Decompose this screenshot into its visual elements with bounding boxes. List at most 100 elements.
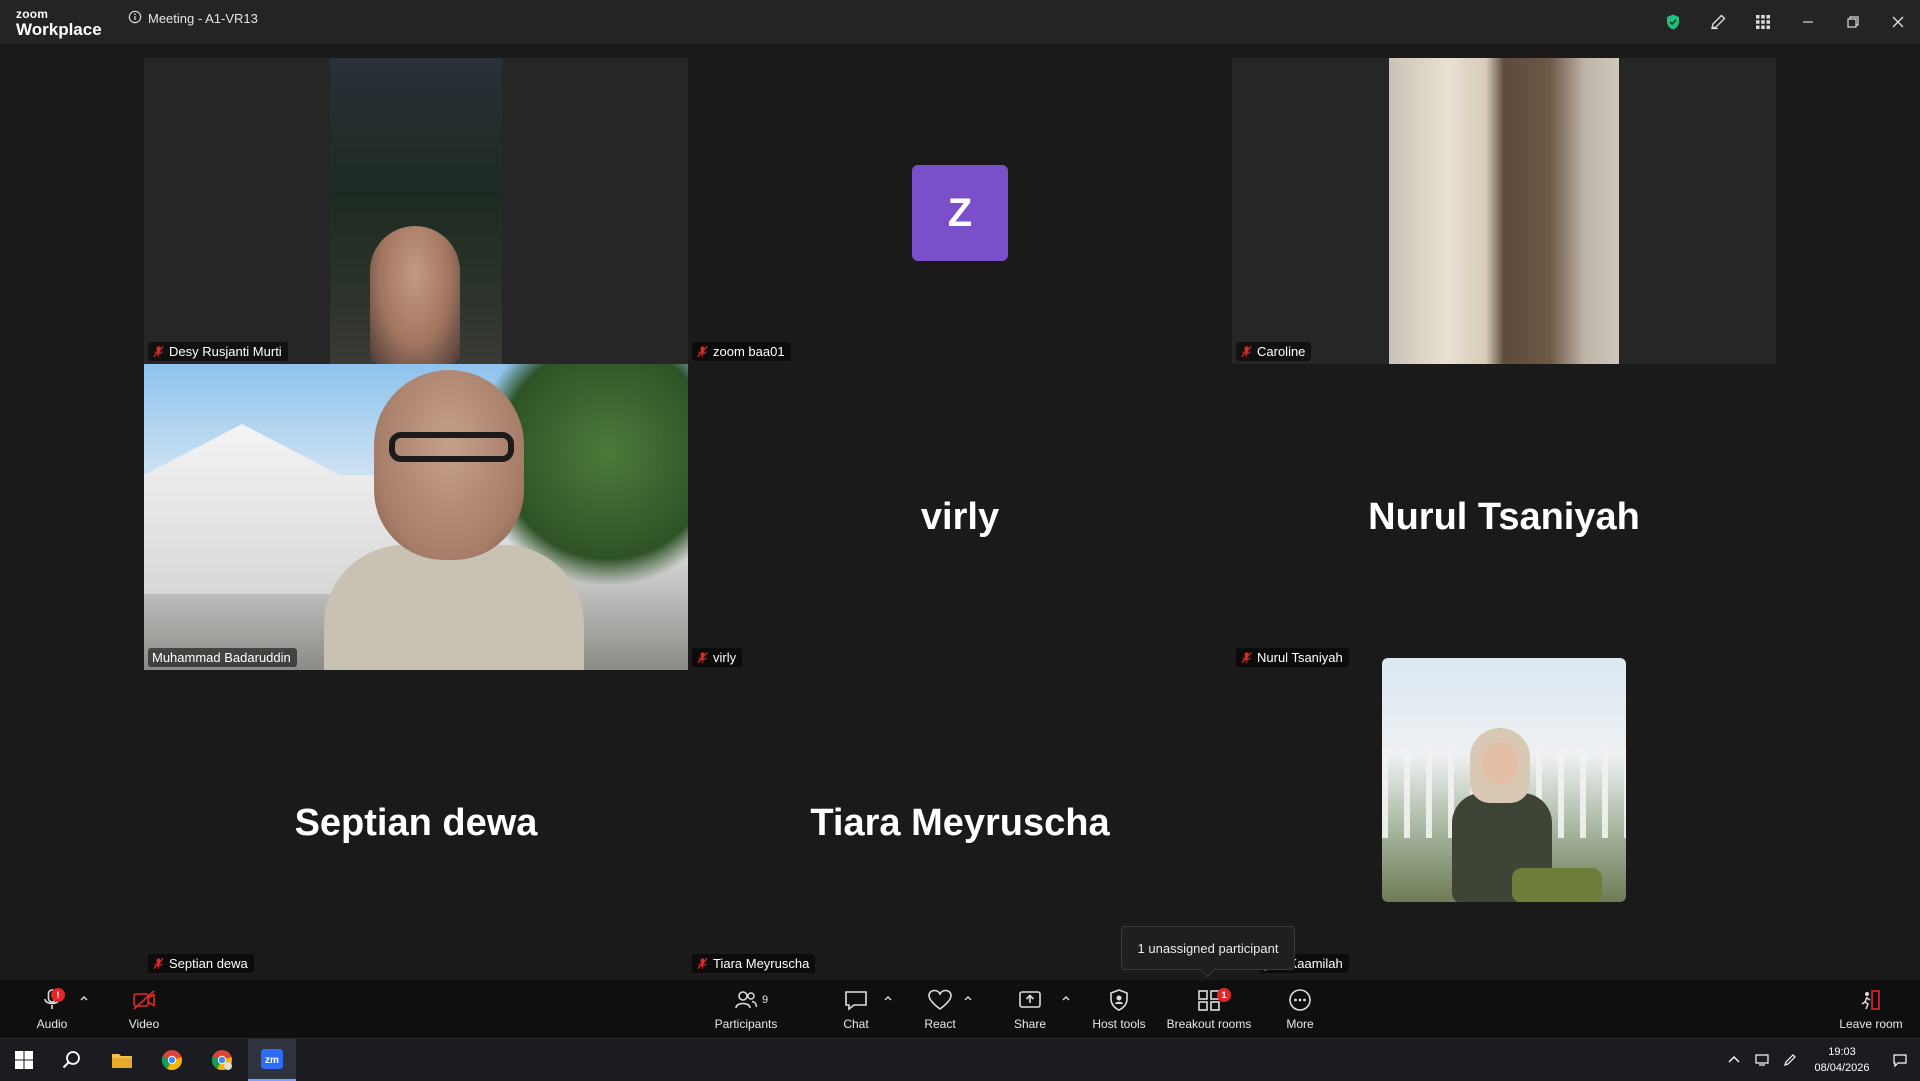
heart-icon [928,989,952,1010]
participant-display-name: Nurul Tsaniyah [1368,495,1640,538]
participant-name: Caroline [1257,344,1306,359]
participants-count: 9 [762,994,769,1006]
participant-name: Desy Rusjanti Murti [169,344,282,359]
video-off-icon [133,989,155,1010]
participant-name: Tiara Meyruscha [713,956,810,971]
mic-muted-icon [697,957,708,970]
breakout-rooms-button[interactable]: Breakout rooms [1164,980,1254,1038]
participant-video [1389,58,1619,364]
restore-icon[interactable] [1830,0,1875,44]
breakout-rooms-badge: 1 [1217,988,1231,1002]
meeting-title-text: Meeting - A1-VR13 [148,11,258,26]
share-options-chevron-icon[interactable] [1060,992,1072,1004]
info-icon[interactable] [128,10,142,27]
security-shield-icon[interactable] [1650,0,1695,44]
logo-product: Workplace [16,20,102,39]
participant-tile-virly[interactable]: virly virly [688,364,1232,670]
breakout-rooms-label: Breakout rooms [1166,1016,1252,1031]
participant-tile-septian[interactable]: Septian dewa Septian dewa [144,670,688,976]
host-tools-button[interactable]: Host tools [1084,980,1154,1038]
participant-tile-desy[interactable]: Desy Rusjanti Murti [144,58,688,364]
share-button[interactable]: Share [1000,980,1060,1038]
video-gallery: Desy Rusjanti Murti Z zoom baa01 Carolin… [0,44,1920,980]
breakout-tooltip: 1 unassigned participant [1121,926,1295,970]
host-shield-icon [1110,988,1128,1011]
participants-label: Participants [714,1016,778,1031]
participant-display-name: Septian dewa [294,801,538,844]
taskbar-clock[interactable]: 19:03 08/04/2026 [1804,1044,1880,1076]
meeting-title[interactable]: Meeting - A1-VR13 [128,10,258,27]
participant-name: Muhammad Badaruddin [152,650,291,665]
chat-options-chevron-icon[interactable] [882,992,894,1004]
search-icon[interactable] [48,1039,96,1081]
chat-label: Chat [843,1016,869,1031]
participant-name: zoom baa01 [713,344,785,359]
audio-label: Audio [36,1016,68,1031]
participant-name-tag: Septian dewa [148,954,254,973]
participant-name-tag: virly [692,648,743,667]
participant-name-tag: Desy Rusjanti Murti [148,342,288,361]
close-icon[interactable] [1875,0,1920,44]
participant-name: Septian dewa [169,956,248,971]
mic-muted-icon [1241,345,1252,358]
zoom-app-label: zm [265,1055,279,1066]
apps-grid-icon[interactable] [1740,0,1785,44]
participant-profile-photo [1382,658,1626,902]
participants-button[interactable]: Participants [706,980,786,1038]
participant-video [330,58,502,364]
mic-muted-icon [697,345,708,358]
logo-brand: zoom [16,7,49,21]
more-label: More [1286,1016,1314,1031]
participants-icon [735,990,758,1008]
participant-tile-muhammad-active-speaker[interactable]: Muhammad Badaruddin [144,364,688,670]
system-tray: 19:03 08/04/2026 [1720,1039,1920,1081]
clock-time: 19:03 [1828,1046,1856,1058]
chrome-profile-icon[interactable] [198,1039,246,1081]
windows-taskbar: zm 19:03 08/04/2026 [0,1038,1920,1081]
participant-name-tag: zoom baa01 [692,342,791,361]
react-button[interactable]: React [910,980,970,1038]
audio-options-chevron-icon[interactable] [78,992,90,1004]
minimize-icon[interactable] [1785,0,1830,44]
video-button[interactable]: Video [114,980,174,1038]
share-screen-icon [1019,990,1041,1008]
participant-name: Nurul Tsaniyah [1257,650,1343,665]
notifications-icon[interactable] [1880,1039,1920,1081]
windows-start-icon[interactable] [0,1039,48,1081]
tray-chevron-up-icon[interactable] [1720,1039,1748,1081]
react-options-chevron-icon[interactable] [962,992,974,1004]
chat-bubble-icon [845,990,867,1011]
leave-room-button[interactable]: Leave room [1834,980,1908,1038]
audio-alert-badge: ! [51,988,65,1002]
participant-name: virly [713,650,737,665]
react-label: React [924,1016,956,1031]
participant-avatar: Z [912,165,1008,261]
mic-muted-icon [153,345,164,358]
share-label: Share [1013,1016,1047,1031]
participant-display-name: virly [920,495,1000,538]
zoom-logo: zoom Workplace [16,8,102,38]
annotate-pencil-icon[interactable] [1695,0,1740,44]
participant-name-tag: Caroline [1236,342,1312,361]
video-label: Video [128,1016,160,1031]
more-ellipsis-icon [1289,988,1311,1011]
file-explorer-icon[interactable] [98,1039,146,1081]
participant-name-tag: Tiara Meyruscha [692,954,816,973]
chrome-icon[interactable] [148,1039,196,1081]
participant-tile-nurul[interactable]: Nurul Tsaniyah Nurul Tsaniyah [1232,364,1776,670]
zoom-app-icon[interactable]: zm [248,1039,296,1081]
mic-muted-icon [697,651,708,664]
leave-room-label: Leave room [1839,1016,1903,1031]
participant-video [144,364,688,670]
participant-tile-caroline[interactable]: Caroline [1232,58,1776,364]
leave-room-icon [1861,989,1880,1010]
title-bar: zoom Workplace Meeting - A1-VR13 [0,0,1920,44]
pen-ink-icon[interactable] [1776,1039,1804,1081]
network-icon[interactable] [1748,1039,1776,1081]
participant-name-tag: Nurul Tsaniyah [1236,648,1349,667]
chat-button[interactable]: Chat [826,980,886,1038]
audio-button[interactable]: Audio [22,980,82,1038]
mic-muted-icon [1241,651,1252,664]
more-button[interactable]: More [1270,980,1330,1038]
participant-tile-zoom-baa01[interactable]: Z zoom baa01 [688,58,1232,364]
